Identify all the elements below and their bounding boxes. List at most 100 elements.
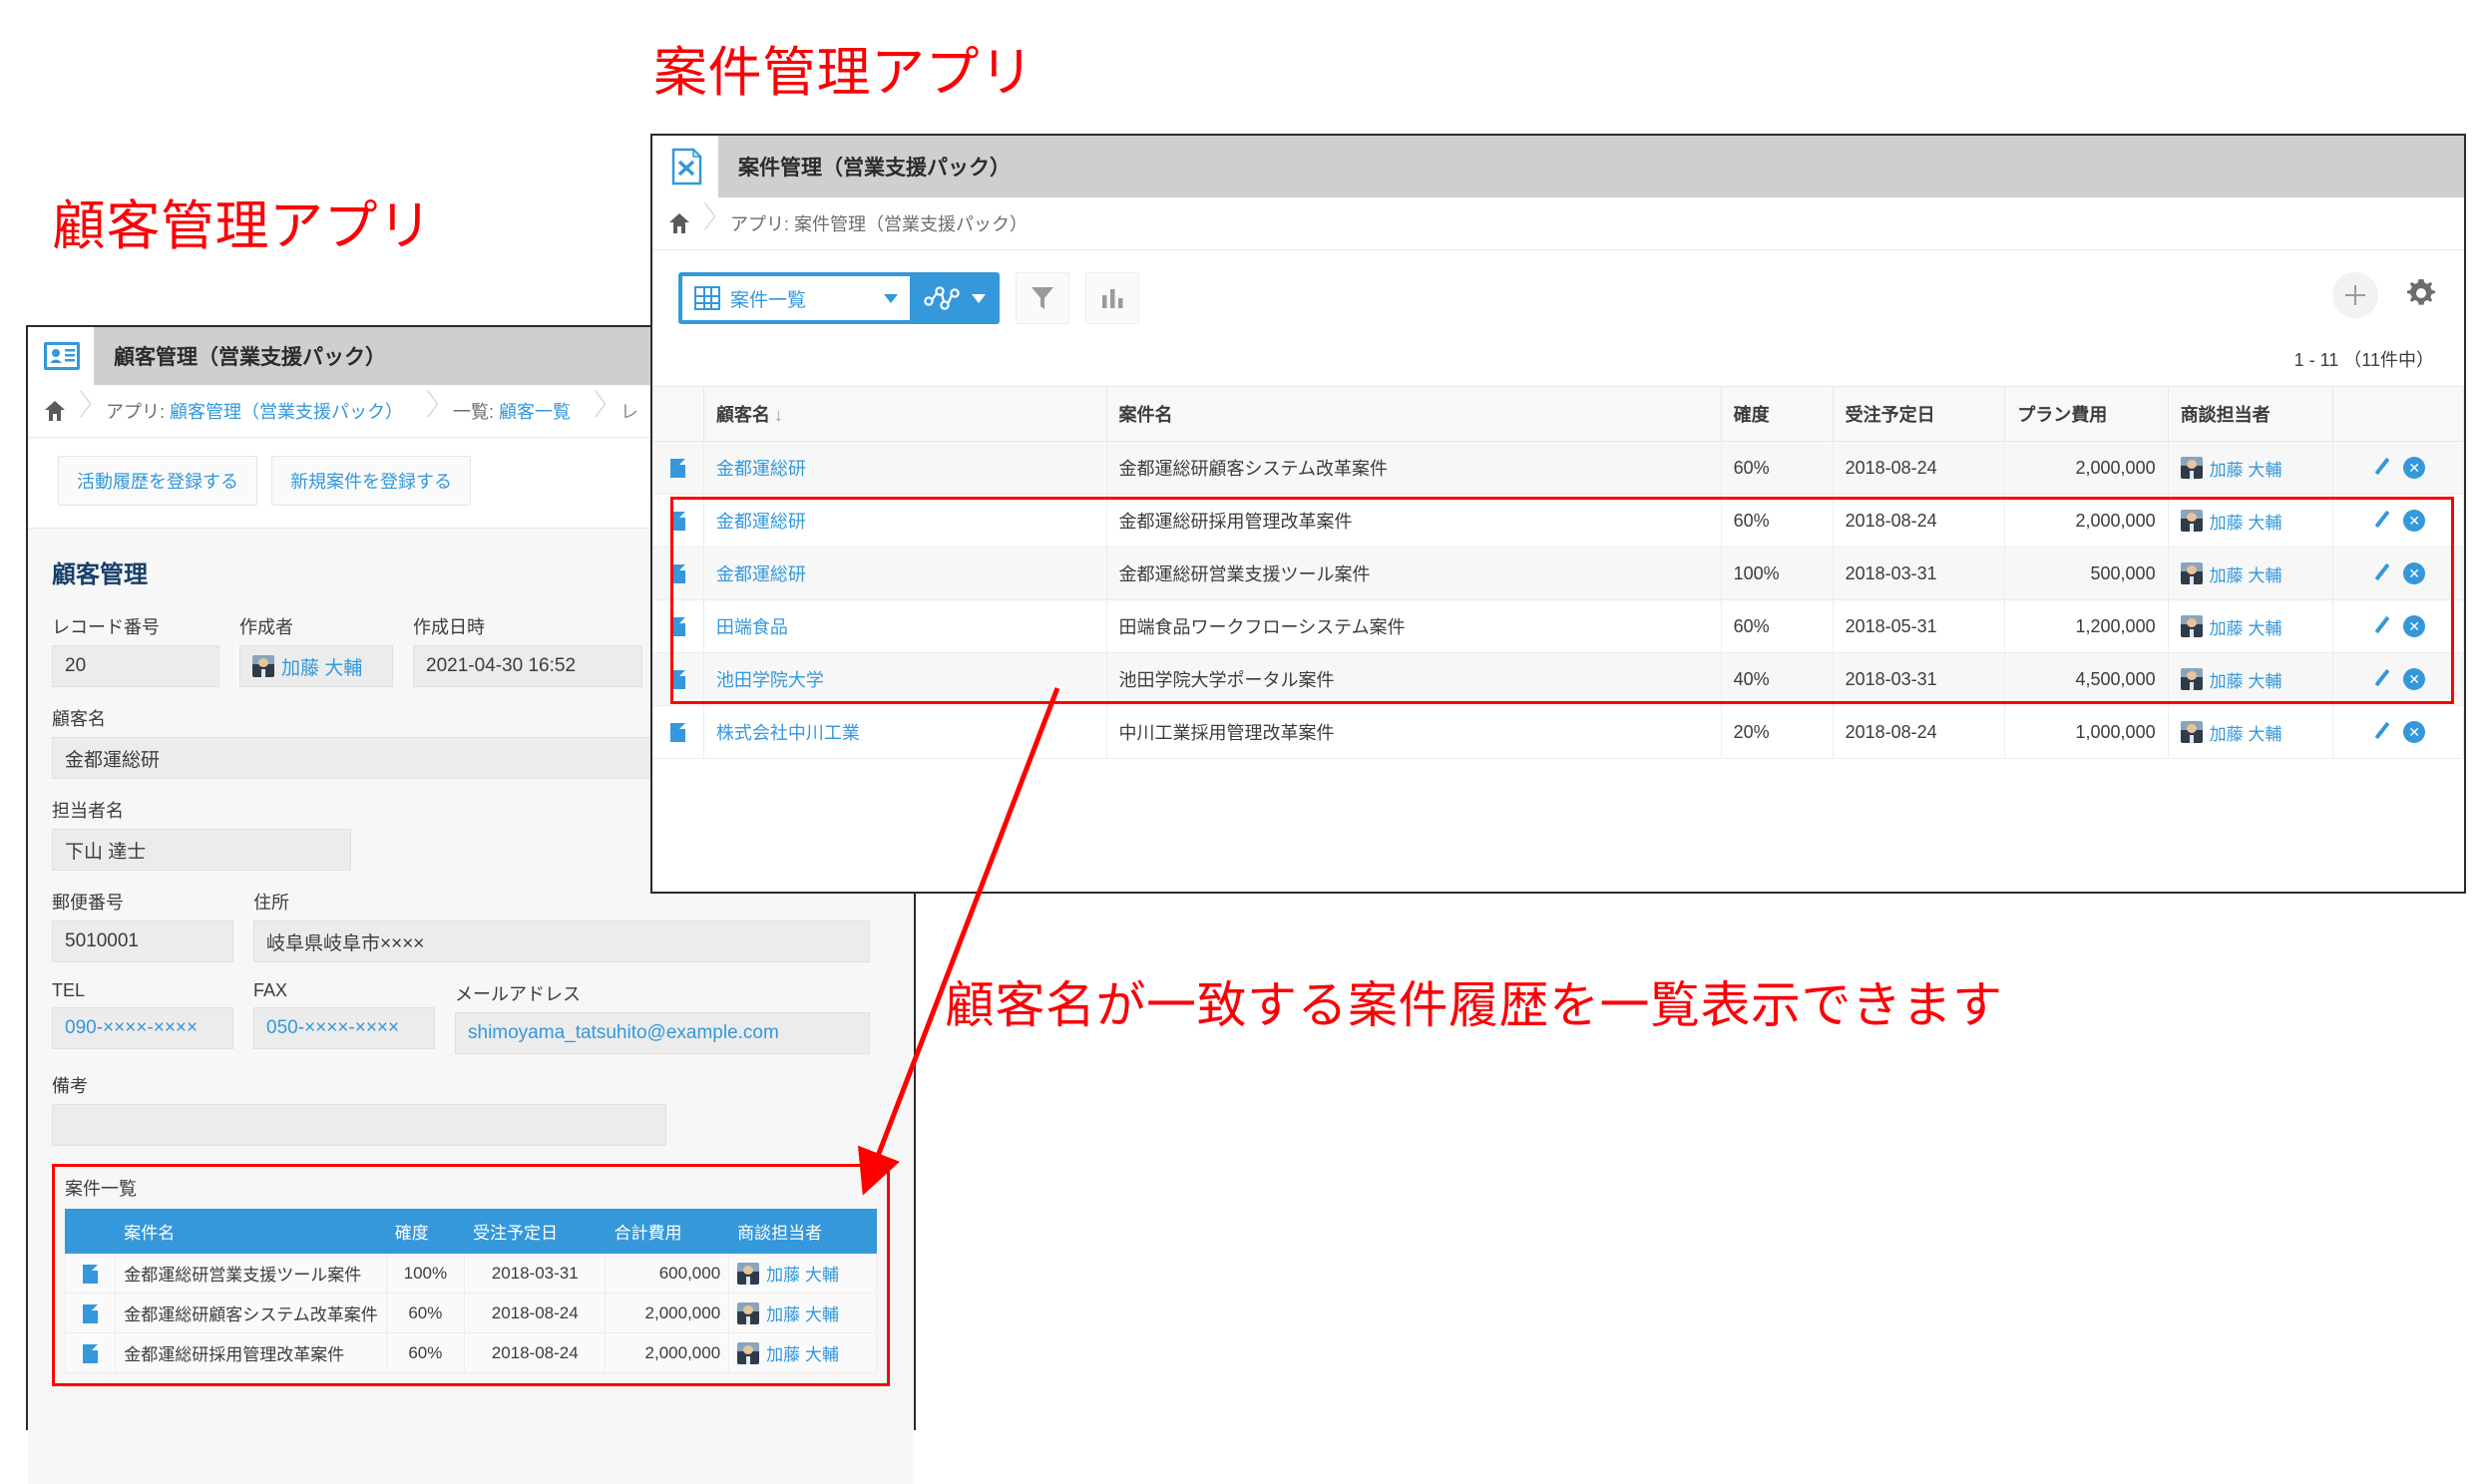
record-icon[interactable]	[670, 512, 685, 531]
pencil-icon[interactable]	[2371, 457, 2393, 479]
register-activity-button[interactable]: 活動履歴を登録する	[58, 456, 257, 506]
record-icon[interactable]	[670, 564, 685, 583]
record-icon-cell[interactable]	[652, 442, 703, 495]
table-row[interactable]: 株式会社中川工業 中川工業採用管理改革案件 20% 2018-08-24 1,0…	[652, 706, 2464, 759]
table-row[interactable]: 池田学院大学 池田学院大学ポータル案件 40% 2018-03-31 4,500…	[652, 653, 2464, 706]
pencil-icon[interactable]	[2371, 721, 2393, 743]
breadcrumb-view[interactable]: 一覧: 顧客一覧	[439, 398, 585, 424]
close-icon[interactable]: ✕	[2403, 457, 2425, 479]
table-row[interactable]: 金都運総研顧客システム改革案件 60% 2018-08-24 2,000,000…	[66, 1294, 877, 1333]
cell-customer-name[interactable]: 池田学院大学	[703, 653, 1106, 706]
owner-name[interactable]: 加藤 大輔	[2210, 720, 2282, 745]
table-row[interactable]: 金都運総研 金都運総研顧客システム改革案件 60% 2018-08-24 2,0…	[652, 442, 2464, 495]
field-value-email[interactable]: shimoyama_tatsuhito@example.com	[455, 1012, 870, 1054]
owner-name[interactable]: 加藤 大輔	[2210, 456, 2282, 481]
col-project-name[interactable]: 案件名	[1106, 387, 1721, 442]
field-value-address: 岐阜県岐阜市××××	[253, 921, 870, 962]
cell-customer-name[interactable]: 金都運総研	[703, 495, 1106, 548]
owner-name[interactable]: 加藤 大輔	[766, 1340, 839, 1365]
cell-customer-name[interactable]: 金都運総研	[703, 442, 1106, 495]
pencil-icon[interactable]	[2371, 562, 2393, 584]
record-icon-cell[interactable]	[652, 548, 703, 600]
record-icon-cell[interactable]	[66, 1333, 116, 1373]
cell-project-name: 金都運総研営業支援ツール案件	[116, 1254, 387, 1294]
owner-name[interactable]: 加藤 大輔	[766, 1261, 839, 1286]
record-icon-cell[interactable]	[66, 1254, 116, 1294]
breadcrumb-view-label[interactable]: 顧客一覧	[499, 402, 571, 422]
pencil-icon[interactable]	[2371, 668, 2393, 690]
cell-customer-name[interactable]: 金都運総研	[703, 548, 1106, 600]
record-icon[interactable]	[670, 670, 685, 689]
record-icon[interactable]	[83, 1265, 98, 1284]
cell-plan-cost: 2,000,000	[2005, 442, 2168, 495]
form-row-contactinfo: TEL 090-××××-×××× FAX 050-××××-×××× メールア…	[52, 980, 890, 1054]
record-icon[interactable]	[670, 617, 685, 636]
gear-button[interactable]	[2404, 276, 2438, 315]
owner-name[interactable]: 加藤 大輔	[2210, 561, 2282, 586]
cell-customer-name[interactable]: 株式会社中川工業	[703, 706, 1106, 759]
col-plan-cost[interactable]: プラン費用	[2005, 387, 2168, 442]
pencil-icon[interactable]	[2371, 615, 2393, 637]
table-row[interactable]: 金都運総研 金都運総研営業支援ツール案件 100% 2018-03-31 500…	[652, 548, 2464, 600]
record-icon-cell[interactable]	[652, 653, 703, 706]
avatar	[2181, 457, 2203, 479]
record-icon-cell[interactable]	[652, 600, 703, 653]
record-icon[interactable]	[83, 1344, 98, 1363]
record-icon-cell[interactable]	[652, 706, 703, 759]
breadcrumb-app[interactable]: アプリ: 案件管理（営業支援パック）	[716, 210, 1041, 236]
record-icon[interactable]	[83, 1304, 98, 1323]
pencil-icon[interactable]	[2371, 510, 2393, 532]
record-icon[interactable]	[670, 723, 685, 742]
chart-button[interactable]	[1085, 272, 1139, 324]
table-row[interactable]: 金都運総研 金都運総研採用管理改革案件 60% 2018-08-24 2,000…	[652, 495, 2464, 548]
breadcrumb-separator	[585, 386, 607, 436]
close-icon[interactable]: ✕	[2403, 562, 2425, 584]
col-total-cost: 合計費用	[606, 1210, 729, 1254]
field-value-fax[interactable]: 050-××××-××××	[253, 1007, 435, 1049]
home-icon[interactable]	[668, 211, 690, 235]
owner-name[interactable]: 加藤 大輔	[2210, 509, 2282, 534]
home-icon[interactable]	[44, 399, 66, 423]
customer-link[interactable]: 池田学院大学	[716, 670, 824, 690]
owner-name[interactable]: 加藤 大輔	[2210, 667, 2282, 692]
close-icon[interactable]: ✕	[2403, 668, 2425, 690]
field-value-tel[interactable]: 090-××××-××××	[52, 1007, 233, 1049]
breadcrumb-app-label[interactable]: 顧客管理（営業支援パック）	[170, 402, 403, 422]
toolbar-right-group	[2332, 272, 2438, 318]
cell-customer-name[interactable]: 田端食品	[703, 600, 1106, 653]
view-selector-inner[interactable]: 案件一覧	[682, 276, 910, 320]
table-row[interactable]: 田端食品 田端食品ワークフローシステム案件 60% 2018-05-31 1,2…	[652, 600, 2464, 653]
record-icon[interactable]	[670, 459, 685, 478]
close-icon[interactable]: ✕	[2403, 721, 2425, 743]
breadcrumb-app[interactable]: アプリ: 顧客管理（営業支援パック）	[92, 398, 417, 424]
owner-name[interactable]: 加藤 大輔	[2210, 614, 2282, 639]
close-icon[interactable]: ✕	[2403, 615, 2425, 637]
graph-toggle-button[interactable]	[910, 272, 1000, 324]
register-project-button[interactable]: 新規案件を登録する	[271, 456, 471, 506]
customer-link[interactable]: 田端食品	[716, 617, 788, 637]
owner-name[interactable]: 加藤 大輔	[766, 1300, 839, 1325]
col-customer-name[interactable]: 顧客名↓	[703, 387, 1106, 442]
chevron-down-icon[interactable]	[972, 294, 986, 303]
col-probability[interactable]: 確度	[1721, 387, 1833, 442]
close-icon[interactable]: ✕	[2403, 510, 2425, 532]
customer-link[interactable]: 金都運総研	[716, 564, 806, 584]
plus-icon[interactable]	[2332, 272, 2378, 318]
record-icon-cell[interactable]	[66, 1294, 116, 1333]
filter-button[interactable]	[1016, 272, 1069, 324]
customer-link[interactable]: 株式会社中川工業	[716, 723, 860, 743]
creator-name[interactable]: 加藤 大輔	[281, 653, 362, 680]
breadcrumb-app-label[interactable]: 案件管理（営業支援パック）	[794, 214, 1028, 234]
table-row[interactable]: 金都運総研営業支援ツール案件 100% 2018-03-31 600,000 加…	[66, 1254, 877, 1294]
record-icon-cell[interactable]	[652, 495, 703, 548]
col-due-date[interactable]: 受注予定日	[1833, 387, 2005, 442]
sort-descending-icon[interactable]: ↓	[774, 405, 783, 426]
customer-link[interactable]: 金都運総研	[716, 512, 806, 532]
cell-probability: 60%	[386, 1294, 464, 1333]
chevron-down-icon[interactable]	[884, 294, 898, 303]
view-selector[interactable]: 案件一覧	[678, 272, 1000, 324]
table-row[interactable]: 金都運総研採用管理改革案件 60% 2018-08-24 2,000,000 加…	[66, 1333, 877, 1373]
cell-actions: ✕	[2333, 548, 2464, 600]
col-owner[interactable]: 商談担当者	[2168, 387, 2333, 442]
customer-link[interactable]: 金都運総研	[716, 459, 806, 479]
